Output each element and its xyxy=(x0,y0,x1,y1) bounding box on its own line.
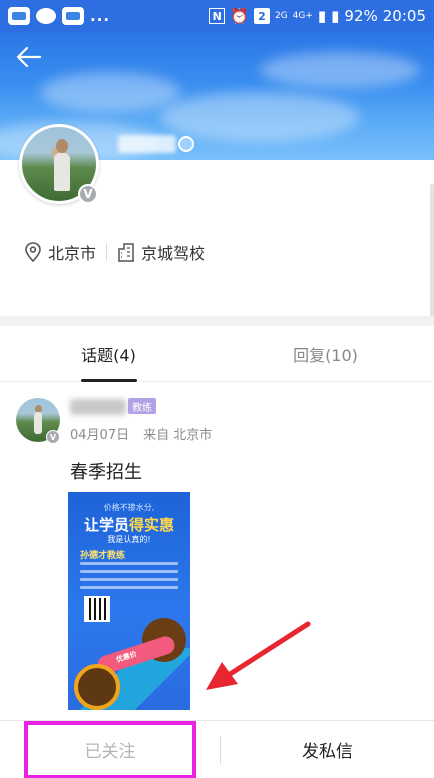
app-icon xyxy=(8,7,30,25)
more-notifications: ... xyxy=(90,7,111,25)
tab-replies[interactable]: 回复(10) xyxy=(217,326,434,381)
post-image[interactable]: 价格不掺水分, 让学员得实惠 我是认真的! 孙德才教练 优惠价 xyxy=(68,492,190,710)
signal-bars-icon: ▮ xyxy=(317,7,327,25)
poster-steering-wheel xyxy=(74,664,120,710)
user-name-redacted xyxy=(118,135,176,153)
verified-badge: V xyxy=(46,430,60,444)
post-meta: 04月07日 来自 北京市 xyxy=(70,424,212,443)
followed-button[interactable]: 已关注 xyxy=(24,720,196,778)
verified-badge: V xyxy=(78,184,98,204)
profile-info-row: 北京市 京城驾校 xyxy=(24,240,205,264)
post-title: 春季招生 xyxy=(70,462,142,483)
poster-coach: 孙德才教练 xyxy=(80,551,126,561)
tab-topics[interactable]: 话题(4) xyxy=(0,326,217,381)
status-bar: ... N ⏰ 2 2G 4G+ ▮ ▮ 92% 20:05 xyxy=(0,0,434,32)
poster-line1: 价格不掺水分, xyxy=(103,503,155,512)
gender-icon xyxy=(178,136,194,152)
scroll-indicator xyxy=(430,184,434,324)
wechat-icon xyxy=(36,8,56,24)
coach-tag: 教练 xyxy=(128,398,156,414)
building-icon xyxy=(118,243,135,262)
city-label: 北京市 xyxy=(48,244,97,263)
send-message-button[interactable]: 发私信 xyxy=(221,721,434,778)
post-date: 04月07日 xyxy=(70,428,130,443)
poster-headline: 让学员得实惠 xyxy=(83,516,175,534)
nfc-icon: N xyxy=(209,8,226,24)
battery-percent: 92% xyxy=(344,7,378,25)
alarm-icon: ⏰ xyxy=(230,7,249,25)
post-source: 来自 北京市 xyxy=(143,428,213,443)
clock: 20:05 xyxy=(382,7,426,25)
back-arrow-icon[interactable] xyxy=(14,42,44,72)
battery-icon: ▮ xyxy=(331,7,340,25)
4g-signal-icon: 4G+ xyxy=(292,11,313,21)
sim2-icon: 2 xyxy=(253,8,270,24)
driving-school-label: 京城驾校 xyxy=(141,244,206,263)
divider xyxy=(106,243,108,261)
app-icon xyxy=(62,7,84,25)
section-divider xyxy=(0,316,434,326)
annotation-arrow-icon xyxy=(206,621,311,690)
2g-signal-icon: 2G xyxy=(274,11,288,21)
qr-code-icon xyxy=(84,596,110,622)
location-pin-icon xyxy=(25,242,41,262)
poster-line3: 我是认真的! xyxy=(107,535,151,544)
poster-text-lines xyxy=(80,562,178,594)
post-author-name-redacted xyxy=(70,399,126,415)
profile-tabs: 话题(4) 回复(10) xyxy=(0,326,434,382)
bottom-action-bar: 已关注 发私信 xyxy=(0,720,434,778)
